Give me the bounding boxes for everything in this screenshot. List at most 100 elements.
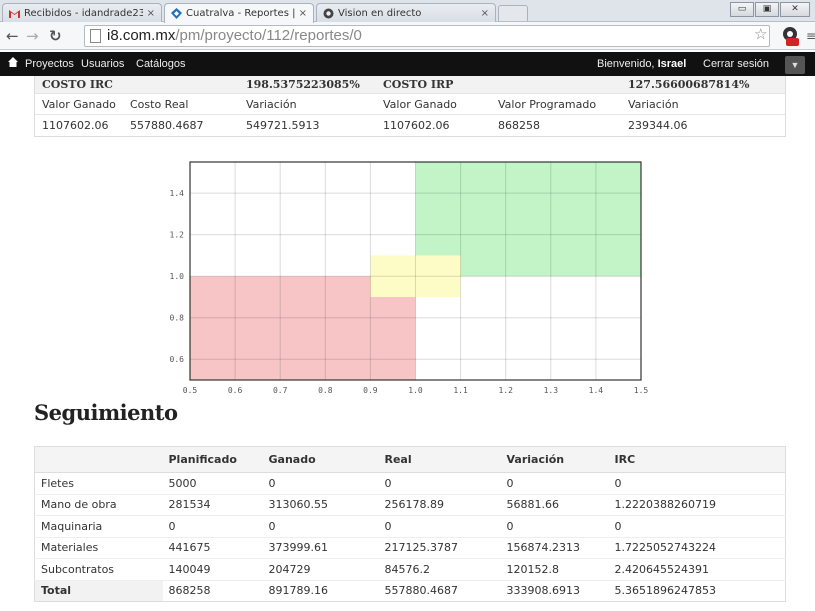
gmail-icon	[9, 8, 20, 19]
tab-vision[interactable]: Vision en directo ×	[316, 3, 496, 22]
cost-label: Valor Ganado	[383, 98, 457, 111]
table-cell: 1.7225052743224	[608, 536, 786, 559]
cost-header-row: COSTO IRC 198.5375223085% COSTO IRP 127.…	[35, 76, 785, 94]
tab-gmail[interactable]: Recibidos - idandrade23@ ×	[2, 3, 162, 22]
chart-x-tick-label: 1.3	[544, 386, 559, 395]
chart-y-tick-label: 1.2	[170, 231, 185, 240]
cost-label: Variación	[246, 98, 297, 111]
nav-proyectos[interactable]: Proyectos	[25, 58, 74, 70]
tab-close-icon[interactable]: ×	[299, 8, 307, 19]
user-name: Israel	[657, 58, 687, 70]
table-cell: 0	[378, 472, 501, 494]
table-cell: 0	[500, 515, 609, 537]
url-host: i8.com.mx	[107, 27, 176, 44]
nav-usuarios[interactable]: Usuarios	[81, 58, 124, 70]
cost-value: 868258	[498, 119, 540, 132]
tab-label: Vision en directo	[338, 7, 422, 19]
cost-value: 1107602.06	[383, 119, 450, 132]
column-header: IRC	[608, 446, 786, 473]
forward-arrow-icon[interactable]: →	[26, 27, 39, 45]
quadrant-chart: 0.5 0.6 0.7 0.8 0.9 1.0 1.1 1.2 1.3 1.4 1.5 0.6 0.8 1…	[170, 161, 648, 395]
table-cell: 868258	[162, 579, 263, 602]
column-header: Ganado	[262, 446, 379, 473]
table-cell: 140049	[162, 558, 263, 580]
cost-label: Variación	[628, 98, 679, 111]
table-cell: 204729	[262, 558, 379, 580]
table-row: Materiales 441675 373999.61 217125.3787 …	[34, 536, 786, 559]
table-cell: 0	[500, 472, 609, 494]
column-header	[34, 446, 163, 473]
new-tab-button[interactable]	[498, 5, 528, 21]
table-cell: 5.3651896247853	[608, 579, 786, 602]
table-cell: Fletes	[34, 472, 163, 494]
table-cell: 0	[262, 472, 379, 494]
cost-summary: COSTO IRC 198.5375223085% COSTO IRP 127.…	[34, 76, 786, 137]
app-navbar: Proyectos Usuarios Catálogos Bienvenido,…	[0, 52, 815, 76]
table-cell: 0	[608, 472, 786, 494]
chart-x-tick-label: 0.8	[318, 386, 333, 395]
table-cell: 0	[262, 515, 379, 537]
maximize-button[interactable]: ▣	[755, 2, 779, 17]
table-cell: Materiales	[34, 536, 163, 559]
chart-x-tick-label: 1.4	[589, 386, 604, 395]
irp-label: COSTO IRP	[383, 78, 454, 91]
table-cell: 0	[162, 515, 263, 537]
total-row: Total 868258 891789.16 557880.4687 33390…	[34, 579, 786, 602]
chart-y-tick-label: 1.4	[170, 189, 185, 198]
browser-tabstrip: Recibidos - idandrade23@ × Cuatralva - R…	[0, 0, 815, 23]
table-cell: 0	[378, 515, 501, 537]
table-cell: Mano de obra	[34, 493, 163, 516]
table-cell: 56881.66	[500, 493, 609, 516]
home-icon[interactable]	[8, 55, 18, 69]
cost-value: 1107602.06	[42, 119, 109, 132]
tab-close-icon[interactable]: ×	[147, 8, 155, 19]
cost-value: 557880.4687	[130, 119, 204, 132]
table-cell: 441675	[162, 536, 263, 559]
browser-toolbar: ← → ↻ i8.com.mx/pm/proyecto/112/reportes…	[0, 22, 815, 50]
table-cell: 313060.55	[262, 493, 379, 516]
page-icon	[90, 29, 101, 43]
chart-x-tick-label: 1.1	[453, 386, 468, 395]
tab-label: Cuatralva - Reportes | i8	[186, 8, 295, 19]
table-row: Subcontratos 140049 204729 84576.2 12015…	[34, 558, 786, 580]
minimize-button[interactable]: ▭	[730, 2, 754, 17]
cost-label: Valor Ganado	[42, 98, 116, 111]
table-cell: Total	[34, 579, 163, 602]
welcome-text: Bienvenido, Israel	[597, 58, 686, 70]
welcome-label: Bienvenido,	[597, 58, 655, 70]
irc-label: COSTO IRC	[42, 78, 113, 91]
column-header: Variación	[500, 446, 609, 473]
menu-icon[interactable]: ≡	[806, 29, 815, 43]
logout-link[interactable]: Cerrar sesión	[703, 58, 769, 70]
bookmark-star-icon[interactable]: ☆	[754, 25, 767, 43]
irp-value: 127.56600687814%	[628, 78, 750, 91]
close-window-button[interactable]: ✕	[780, 2, 810, 17]
table-cell: 0	[608, 515, 786, 537]
table-cell: 156874.2313	[500, 536, 609, 559]
chart-y-tick-label: 0.6	[170, 355, 185, 364]
table-cell: 217125.3787	[378, 536, 501, 559]
extension-icon[interactable]	[780, 26, 800, 46]
cost-labels-row: Valor Ganado Costo Real Variación Valor …	[35, 94, 785, 115]
table-row: Mano de obra 281534 313060.55 256178.89 …	[34, 493, 786, 516]
table-cell: 256178.89	[378, 493, 501, 516]
section-title: Seguimiento	[34, 400, 178, 425]
cost-value: 239344.06	[628, 119, 688, 132]
tab-close-icon[interactable]: ×	[481, 8, 489, 19]
nav-catalogos[interactable]: Catálogos	[136, 58, 186, 70]
tab-reportes[interactable]: Cuatralva - Reportes | i8 ×	[164, 3, 314, 23]
cost-values-row: 1107602.06 557880.4687 549721.5913 11076…	[35, 115, 785, 136]
chart-y-tick-label: 0.8	[170, 314, 185, 323]
table-cell: 333908.6913	[500, 579, 609, 602]
table-cell: 84576.2	[378, 558, 501, 580]
table-cell: 5000	[162, 472, 263, 494]
cost-label: Valor Programado	[498, 98, 597, 111]
reload-icon[interactable]: ↻	[49, 27, 62, 45]
chart-x-tick-label: 0.5	[183, 386, 198, 395]
chart-x-tick-label: 0.6	[228, 386, 243, 395]
address-bar[interactable]: i8.com.mx/pm/proyecto/112/reportes/0	[84, 25, 770, 47]
chart-y-tick-label: 1.0	[170, 272, 185, 281]
dropdown-caret-icon[interactable]: ▼	[785, 56, 805, 74]
site-logo-icon	[171, 8, 182, 19]
back-arrow-icon[interactable]: ←	[6, 27, 19, 45]
